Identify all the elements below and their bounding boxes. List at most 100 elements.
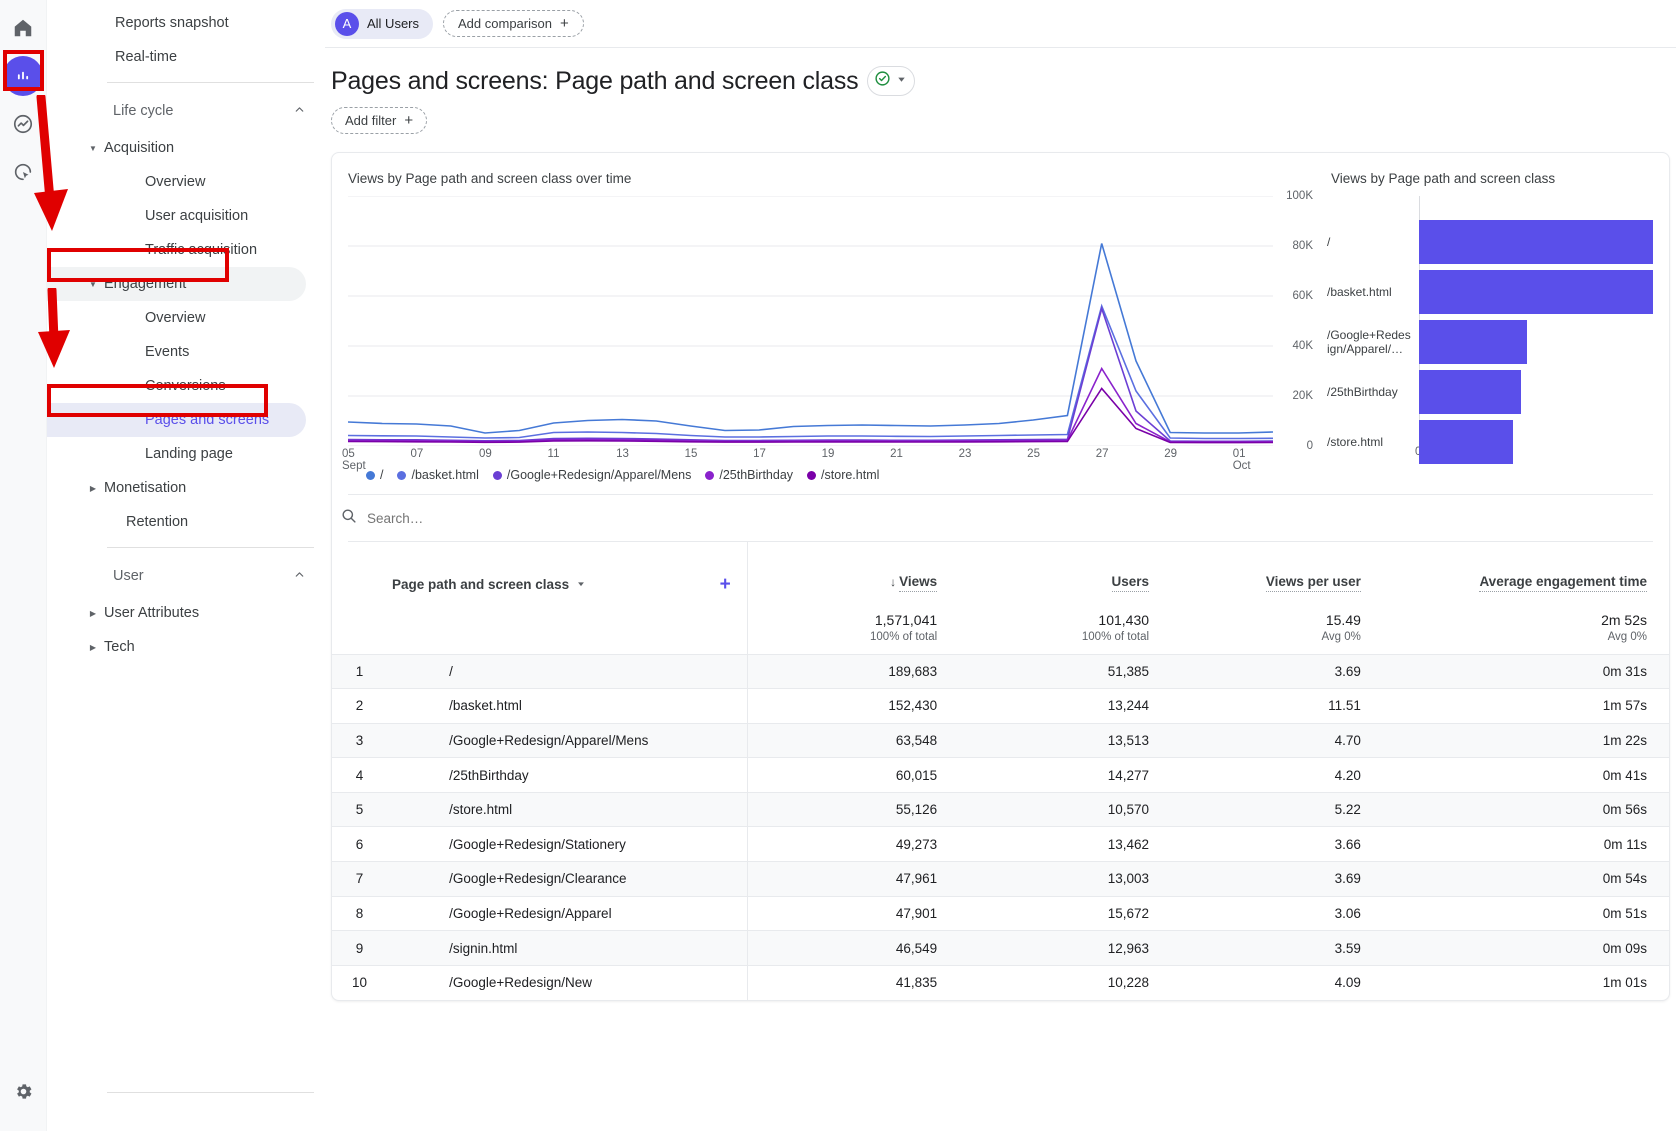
table-row[interactable]: 2/basket.html 152,430 13,244 11.51 1m 57s bbox=[332, 688, 1669, 724]
x-tick-label: 25 bbox=[1027, 448, 1040, 460]
totals-subtext: Avg 0% bbox=[1321, 631, 1361, 644]
row-views: 46,549 bbox=[746, 930, 960, 966]
row-views: 152,430 bbox=[746, 688, 960, 724]
totals-users-cell: 101,430 100% of total bbox=[959, 602, 1171, 654]
sidebar-group-user-attributes[interactable]: ▶ User Attributes bbox=[47, 596, 324, 630]
sidebar-section-user[interactable]: User bbox=[47, 556, 324, 596]
search-input[interactable] bbox=[367, 510, 687, 526]
explore-icon[interactable] bbox=[3, 104, 43, 144]
main-content: A All Users Add comparison + Pages and s… bbox=[325, 0, 1676, 1131]
sidebar-item-reports-snapshot[interactable]: Reports snapshot bbox=[47, 6, 324, 40]
table-row[interactable]: 4/25thBirthday 60,015 14,277 4.20 0m 41s bbox=[332, 757, 1669, 793]
page-header: Pages and screens: Page path and screen … bbox=[325, 48, 1676, 134]
bar-chart-row[interactable]: /Google+Redes ign/Apparel/… bbox=[1327, 320, 1653, 364]
totals-subtext: Avg 0% bbox=[1607, 631, 1647, 644]
dimension-selector[interactable]: Page path and screen class bbox=[392, 577, 586, 592]
bar-chart-row[interactable]: / bbox=[1327, 220, 1653, 264]
table-row[interactable]: 7/Google+Redesign/Clearance 47,961 13,003 3… bbox=[332, 861, 1669, 897]
sidebar-section-life-cycle[interactable]: Life cycle bbox=[47, 91, 324, 131]
column-header-users[interactable]: Users bbox=[959, 542, 1171, 602]
row-avg-engagement: 0m 56s bbox=[1382, 791, 1669, 827]
all-users-chip[interactable]: A All Users bbox=[331, 8, 434, 39]
row-users: 13,462 bbox=[959, 826, 1172, 862]
report-status-dropdown[interactable] bbox=[867, 66, 916, 96]
totals-avg-engagement-cell: 2m 52s Avg 0% bbox=[1383, 602, 1669, 654]
row-index: 9 bbox=[332, 930, 388, 966]
reports-icon[interactable] bbox=[3, 56, 43, 96]
row-users: 13,244 bbox=[959, 688, 1172, 724]
table-row[interactable]: 8/Google+Redesign/Apparel 47,901 15,672 3.0… bbox=[332, 895, 1669, 931]
sidebar-group-engagement[interactable]: ▼ Engagement bbox=[47, 267, 306, 301]
caret-down-icon: ▼ bbox=[89, 279, 97, 289]
bar-chart-row[interactable]: /basket.html bbox=[1327, 270, 1653, 314]
row-views: 47,901 bbox=[746, 895, 960, 931]
sidebar-item-pages-and-screens[interactable]: Pages and screens bbox=[47, 403, 306, 437]
add-filter-label: Add filter bbox=[345, 113, 397, 128]
bar-chart-row[interactable]: /store.html bbox=[1327, 420, 1653, 464]
bar-track bbox=[1419, 220, 1653, 264]
sidebar-item-retention[interactable]: Retention bbox=[47, 505, 324, 539]
row-index: 4 bbox=[332, 757, 388, 793]
totals-value: 15.49 bbox=[1325, 612, 1361, 629]
sidebar-item-label: Retention bbox=[126, 514, 189, 530]
column-header-views[interactable]: ↓ Views bbox=[746, 542, 960, 602]
add-filter-button[interactable]: Add filter + bbox=[331, 107, 428, 134]
gear-icon[interactable] bbox=[3, 1071, 43, 1111]
row-avg-engagement: 0m 09s bbox=[1382, 930, 1669, 966]
bar-category-label: /store.html bbox=[1327, 434, 1384, 449]
page-title: Pages and screens: Page path and screen … bbox=[331, 66, 859, 95]
column-header-label: Average engagement time bbox=[1479, 574, 1647, 592]
charts-area: Views by Page path and screen class over… bbox=[332, 153, 1669, 472]
bar-chart-title: Views by Page path and screen class bbox=[1331, 171, 1556, 186]
sidebar-item-traffic-acquisition[interactable]: Traffic acquisition bbox=[47, 233, 324, 267]
row-views: 60,015 bbox=[746, 757, 960, 793]
bar-chart-row[interactable]: /25thBirthday bbox=[1327, 370, 1653, 414]
sidebar-item-real-time[interactable]: Real-time bbox=[47, 40, 324, 74]
chevron-down-icon bbox=[576, 577, 586, 592]
line-chart-plot[interactable]: 0 20K 40K 60K 80K 100K 05 Sept 07 09 11 13 15 17 19 21… bbox=[342, 190, 1313, 472]
sidebar-item-conversions[interactable]: Conversions bbox=[47, 369, 324, 403]
row-users: 15,672 bbox=[959, 895, 1172, 931]
row-users: 12,963 bbox=[959, 930, 1172, 966]
advertising-icon[interactable] bbox=[3, 152, 43, 192]
table-row[interactable]: 3/Google+Redesign/Apparel/Mens 63,548 13,5… bbox=[332, 722, 1669, 758]
x-tick-label: 09 bbox=[479, 448, 492, 460]
home-icon[interactable] bbox=[3, 8, 43, 48]
sidebar-item-user-acquisition[interactable]: User acquisition bbox=[47, 199, 324, 233]
row-dimension: /Google+Redesign/Clearance bbox=[387, 861, 748, 897]
comparison-bar: A All Users Add comparison + bbox=[325, 0, 1676, 48]
row-views: 63,548 bbox=[746, 722, 960, 758]
sidebar-item-events[interactable]: Events bbox=[47, 335, 324, 369]
sidebar-group-acquisition[interactable]: ▼ Acquisition bbox=[47, 131, 324, 165]
row-index: 7 bbox=[332, 861, 388, 897]
table-row[interactable]: 9/signin.html 46,549 12,963 3.59 0m 09s bbox=[332, 930, 1669, 966]
sidebar-item-engagement-overview[interactable]: Overview bbox=[47, 301, 324, 335]
table-row[interactable]: 1/189,683 51,385 3.69 0m 31s bbox=[332, 653, 1669, 689]
sidebar-item-acquisition-overview[interactable]: Overview bbox=[47, 165, 324, 199]
column-header-avg-engagement-time[interactable]: Average engagement time bbox=[1383, 542, 1669, 602]
sidebar-item-landing-page[interactable]: Landing page bbox=[47, 437, 324, 471]
row-views-per-user: 11.51 bbox=[1171, 688, 1383, 724]
caret-down-icon: ▼ bbox=[89, 143, 97, 153]
sidebar-section-label: Life cycle bbox=[113, 103, 174, 119]
table-row[interactable]: 5/store.html 55,126 10,570 5.22 0m 56s bbox=[332, 791, 1669, 827]
sidebar-group-monetisation[interactable]: ▶ Monetisation bbox=[47, 471, 324, 505]
table-row[interactable]: 6/Google+Redesign/Stationery 49,273 13,462… bbox=[332, 826, 1669, 862]
column-header-views-per-user[interactable]: Views per user bbox=[1171, 542, 1383, 602]
add-comparison-button[interactable]: Add comparison + bbox=[443, 10, 584, 37]
sidebar-divider-2 bbox=[107, 547, 314, 548]
x-tick-label: 11 bbox=[547, 448, 560, 460]
sidebar-item-label: Overview bbox=[145, 310, 206, 326]
row-views-per-user: 3.06 bbox=[1171, 895, 1383, 931]
bar-category-label: /25thBirthday bbox=[1327, 384, 1398, 399]
row-views: 41,835 bbox=[746, 964, 960, 1000]
table-row[interactable]: 10/Google+Redesign/New 41,835 10,228 4.09 1m… bbox=[332, 964, 1669, 1000]
row-dimension: /Google+Redesign/New bbox=[387, 964, 748, 1000]
row-dimension: /Google+Redesign/Stationery bbox=[387, 826, 748, 862]
bar-chart-plot[interactable]: 0 //basket.html/Google+Redesign/Apparel/… bbox=[1327, 196, 1653, 464]
add-dimension-button[interactable]: + bbox=[720, 575, 731, 594]
sidebar-nav: Reports snapshot Real-time Life cycle ▼ … bbox=[47, 0, 325, 1131]
line-series bbox=[348, 389, 1273, 443]
sidebar-group-tech[interactable]: ▶ Tech bbox=[47, 630, 324, 664]
line-series bbox=[348, 306, 1273, 439]
